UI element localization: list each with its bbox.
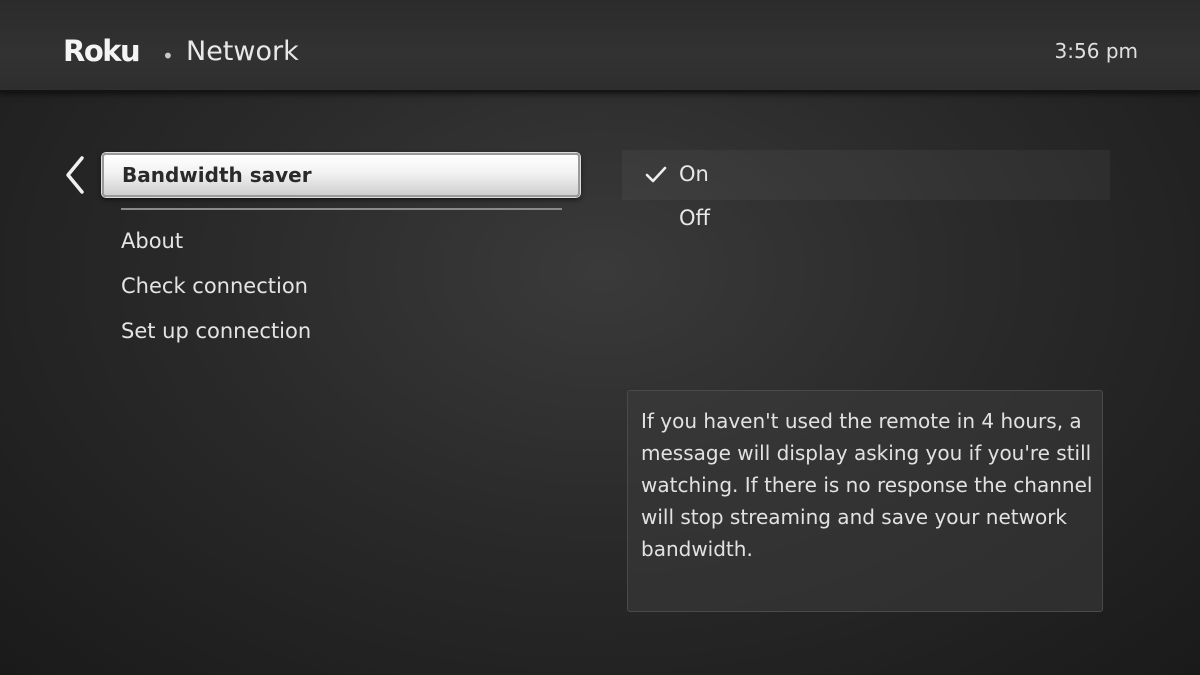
check-icon: [645, 166, 667, 183]
page-title: Network: [186, 36, 299, 67]
menu-divider: [121, 208, 562, 210]
roku-logo: Roku: [63, 34, 141, 68]
menu-item-set-up-connection[interactable]: Set up connection: [121, 319, 311, 343]
header-bar: Roku • Network 3:56 pm: [0, 0, 1200, 92]
menu-item-about[interactable]: About: [121, 229, 183, 253]
info-panel: If you haven't used the remote in 4 hour…: [627, 390, 1103, 612]
clock: 3:56 pm: [1054, 39, 1138, 63]
header-separator: •: [162, 44, 174, 68]
menu-item-check-connection[interactable]: Check connection: [121, 274, 308, 298]
menu-item-label: Bandwidth saver: [122, 163, 312, 187]
option-off[interactable]: Off: [679, 206, 710, 230]
chevron-left-icon[interactable]: [62, 154, 88, 196]
menu-item-bandwidth-saver[interactable]: Bandwidth saver: [102, 153, 580, 197]
info-text: If you haven't used the remote in 4 hour…: [641, 409, 1093, 561]
option-on[interactable]: On: [679, 162, 709, 186]
